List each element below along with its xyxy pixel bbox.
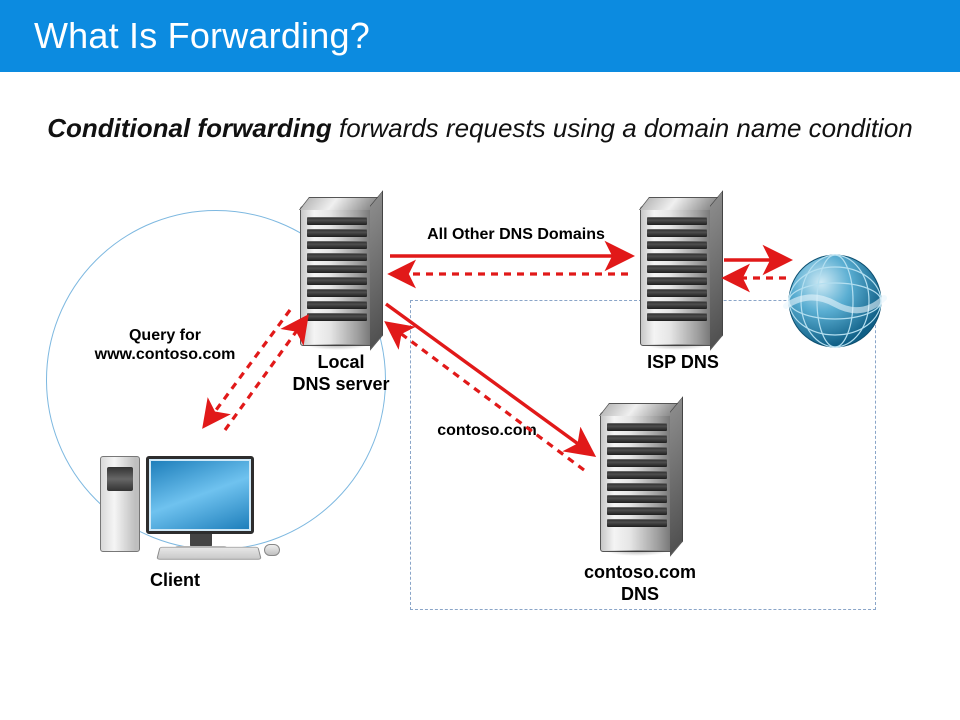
label-isp-dns: ISP DNS xyxy=(608,352,758,373)
label-contoso-dns: contoso.com DNS xyxy=(550,562,730,605)
label-contoso: contoso.com xyxy=(412,422,562,440)
title-bar: What Is Forwarding? xyxy=(0,0,960,72)
label-client: Client xyxy=(120,570,230,591)
label-query: Query for www.contoso.com xyxy=(70,326,260,364)
slide-title: What Is Forwarding? xyxy=(34,15,370,57)
subtitle-bold: Conditional forwarding xyxy=(47,113,332,143)
client-pc-icon xyxy=(100,428,275,558)
label-all-other: All Other DNS Domains xyxy=(398,226,634,244)
local-dns-server-icon xyxy=(300,206,374,346)
slide-subtitle: Conditional forwarding forwards requests… xyxy=(0,112,960,145)
globe-icon xyxy=(780,246,890,356)
contoso-dns-server-icon xyxy=(600,412,674,552)
subtitle-rest: forwards requests using a domain name co… xyxy=(332,113,913,143)
isp-dns-server-icon xyxy=(640,206,714,346)
label-local-dns: Local DNS server xyxy=(266,352,416,395)
